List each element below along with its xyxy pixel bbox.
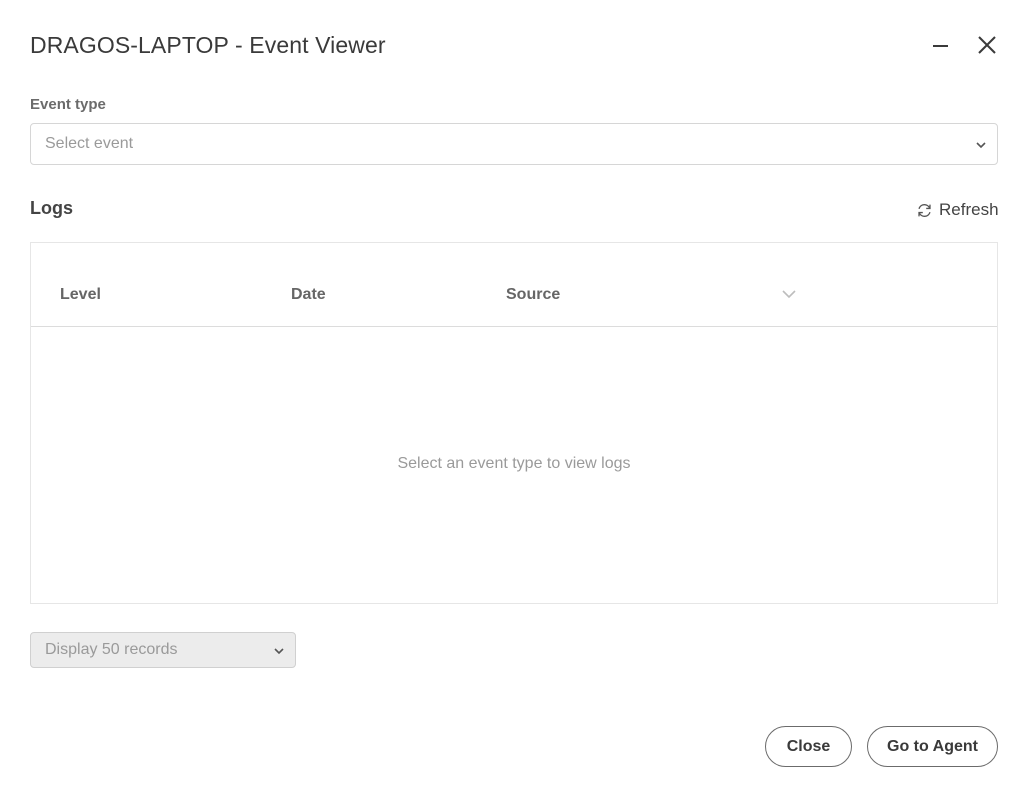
logs-table: Level Date Source Select an event type t… [30,242,998,604]
close-icon [978,36,996,54]
refresh-icon [918,203,931,217]
records-per-page-select[interactable]: Display 50 records [30,632,296,668]
column-header-date[interactable]: Date [291,286,326,304]
logs-heading: Logs [30,198,73,218]
table-header: Level Date Source [31,243,997,327]
chevron-down-icon [976,142,986,149]
event-type-label: Event type [30,96,106,113]
records-per-page-value: Display 50 records [45,641,178,658]
refresh-button[interactable]: Refresh [916,198,999,222]
column-header-source[interactable]: Source [506,286,560,304]
event-type-select[interactable]: Select event [30,123,998,165]
event-viewer-dialog: DRAGOS-LAPTOP - Event Viewer Event type … [0,0,1027,796]
close-button[interactable]: Close [765,726,852,767]
column-menu-chevron-icon[interactable] [781,286,797,302]
event-type-placeholder: Select event [45,135,134,152]
refresh-label: Refresh [939,200,999,219]
dialog-title: DRAGOS-LAPTOP - Event Viewer [30,32,386,58]
go-to-agent-button[interactable]: Go to Agent [867,726,998,767]
minimize-button[interactable] [925,30,955,60]
column-header-level[interactable]: Level [60,286,101,304]
close-window-button[interactable] [972,30,1002,60]
minimize-icon [933,45,948,47]
empty-state-message: Select an event type to view logs [397,455,631,472]
chevron-down-icon [274,648,284,655]
